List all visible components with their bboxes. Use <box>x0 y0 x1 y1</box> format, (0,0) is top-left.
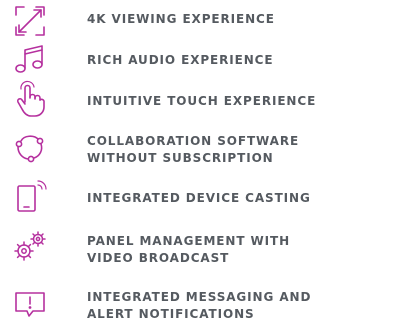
gears-icon <box>10 226 50 266</box>
feature-label: INTEGRATED MESSAGING AND ALERT NOTIFICAT… <box>87 289 392 323</box>
feature-label-line: VIDEO BROADCAST <box>87 251 230 265</box>
alert-message-icon <box>10 284 50 324</box>
feature-label-line: 4K VIEWING EXPERIENCE <box>87 12 275 26</box>
feature-label: INTEGRATED DEVICE CASTING <box>87 190 392 207</box>
feature-label-line: WITHOUT SUBSCRIPTION <box>87 151 274 165</box>
feature-label: 4K VIEWING EXPERIENCE <box>87 11 392 28</box>
collaboration-network-icon <box>10 127 50 167</box>
touch-hand-icon <box>10 80 50 120</box>
feature-label: RICH AUDIO EXPERIENCE <box>87 52 392 69</box>
feature-label: INTUITIVE TOUCH EXPERIENCE <box>87 93 392 110</box>
feature-label-line: INTEGRATED MESSAGING AND <box>87 290 312 304</box>
feature-label: PANEL MANAGEMENT WITH VIDEO BROADCAST <box>87 233 392 267</box>
feature-label-line: INTEGRATED DEVICE CASTING <box>87 191 311 205</box>
feature-label-line: COLLABORATION SOFTWARE <box>87 134 300 148</box>
feature-label-line: ALERT NOTIFICATIONS <box>87 307 255 321</box>
feature-list: 4K VIEWING EXPERIENCE RICH AUDIO EXPERIE… <box>0 0 398 324</box>
feature-label-line: RICH AUDIO EXPERIENCE <box>87 53 274 67</box>
expand-arrows-icon <box>10 1 50 41</box>
feature-label: COLLABORATION SOFTWARE WITHOUT SUBSCRIPT… <box>87 133 392 167</box>
device-casting-icon <box>10 176 50 216</box>
feature-label-line: PANEL MANAGEMENT WITH <box>87 234 291 248</box>
feature-label-line: INTUITIVE TOUCH EXPERIENCE <box>87 94 317 108</box>
music-note-icon <box>10 40 50 80</box>
